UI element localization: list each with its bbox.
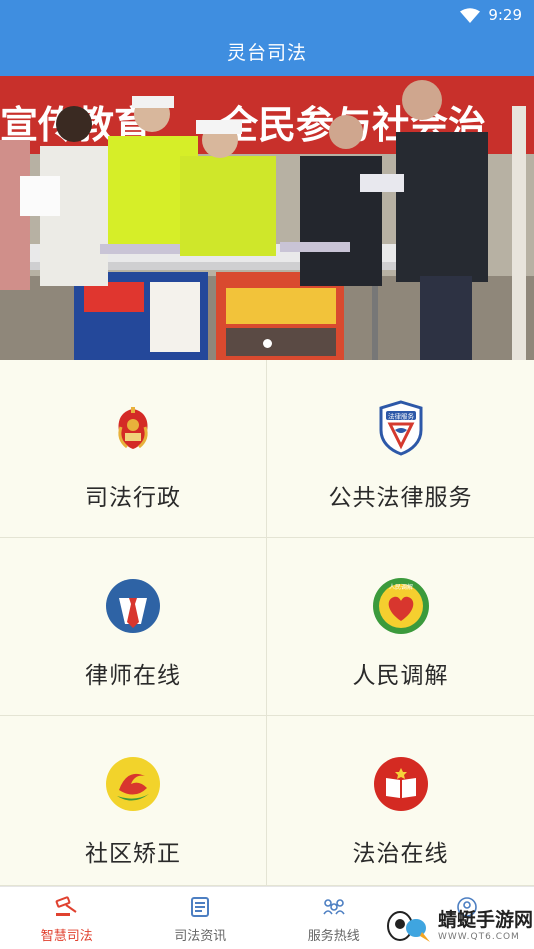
carousel-indicator bbox=[0, 339, 534, 348]
mediation-icon-text: 人民调解 bbox=[388, 583, 412, 591]
news-icon bbox=[187, 895, 213, 919]
shield-icon-text: 法律服务 bbox=[388, 412, 415, 421]
tab-label: 司法资讯 bbox=[174, 929, 227, 944]
grid-item-people-mediation[interactable]: 人民调解 人民调解 bbox=[267, 538, 534, 716]
lawyer-tie-icon bbox=[103, 576, 163, 636]
mediation-heart-icon: 人民调解 bbox=[371, 576, 431, 636]
emblem-icon bbox=[103, 398, 163, 458]
grid-item-judicial-admin[interactable]: 司法行政 bbox=[0, 360, 267, 538]
legal-service-shield-icon: 法律服务 bbox=[371, 398, 431, 458]
dragonfly-logo-icon bbox=[387, 911, 430, 942]
app-screen: 9:29 灵台司法 宣传教育 全民参与社会治 bbox=[0, 0, 534, 949]
grid-item-label: 人民调解 bbox=[352, 663, 449, 689]
grid-item-rule-of-law-online[interactable]: 法治在线 bbox=[267, 716, 534, 886]
app-bar: 9:29 灵台司法 bbox=[0, 0, 534, 76]
gavel-icon bbox=[54, 895, 80, 919]
tab-service-hotline[interactable]: 服务热线 bbox=[267, 887, 401, 949]
tab-label: 智慧司法 bbox=[40, 929, 93, 944]
watermark-url: WWW.QT6.COM bbox=[438, 931, 520, 942]
watermark-name: 蜻蜓手游网 bbox=[438, 908, 534, 931]
grid-item-community-correction[interactable]: 社区矫正 bbox=[0, 716, 267, 886]
people-group-icon bbox=[321, 895, 347, 919]
grid-item-label: 社区矫正 bbox=[85, 841, 181, 867]
carousel-dot[interactable] bbox=[262, 339, 272, 348]
community-correction-icon bbox=[103, 754, 163, 814]
banner-image: 宣传教育 全民参与社会治 bbox=[0, 76, 534, 360]
site-watermark: 蜻蜓手游网 WWW.QT6.COM bbox=[386, 906, 533, 946]
grid-item-lawyer-online[interactable]: 律师在线 bbox=[0, 538, 267, 716]
grid-item-label: 公共法律服务 bbox=[328, 485, 473, 511]
law-book-icon bbox=[371, 754, 431, 814]
grid-item-label: 司法行政 bbox=[85, 485, 181, 511]
tab-label: 服务热线 bbox=[307, 929, 360, 944]
status-time: 9:29 bbox=[488, 6, 522, 24]
tab-smart-justice[interactable]: 智慧司法 bbox=[0, 887, 134, 949]
page-title: 灵台司法 bbox=[226, 42, 307, 64]
grid-item-public-legal-service[interactable]: 法律服务 公共法律服务 bbox=[267, 360, 534, 538]
status-bar: 9:29 bbox=[460, 4, 522, 26]
grid-item-label: 律师在线 bbox=[85, 663, 181, 689]
banner-carousel[interactable]: 宣传教育 全民参与社会治 bbox=[0, 76, 534, 360]
service-grid: 司法行政 法律服务 公共法律服务 律师在线 人民调解 人民调解 社区矫正 法治在… bbox=[0, 360, 534, 886]
tab-judicial-news[interactable]: 司法资讯 bbox=[134, 887, 268, 949]
wifi-icon bbox=[460, 7, 481, 23]
grid-item-label: 法治在线 bbox=[352, 841, 449, 867]
